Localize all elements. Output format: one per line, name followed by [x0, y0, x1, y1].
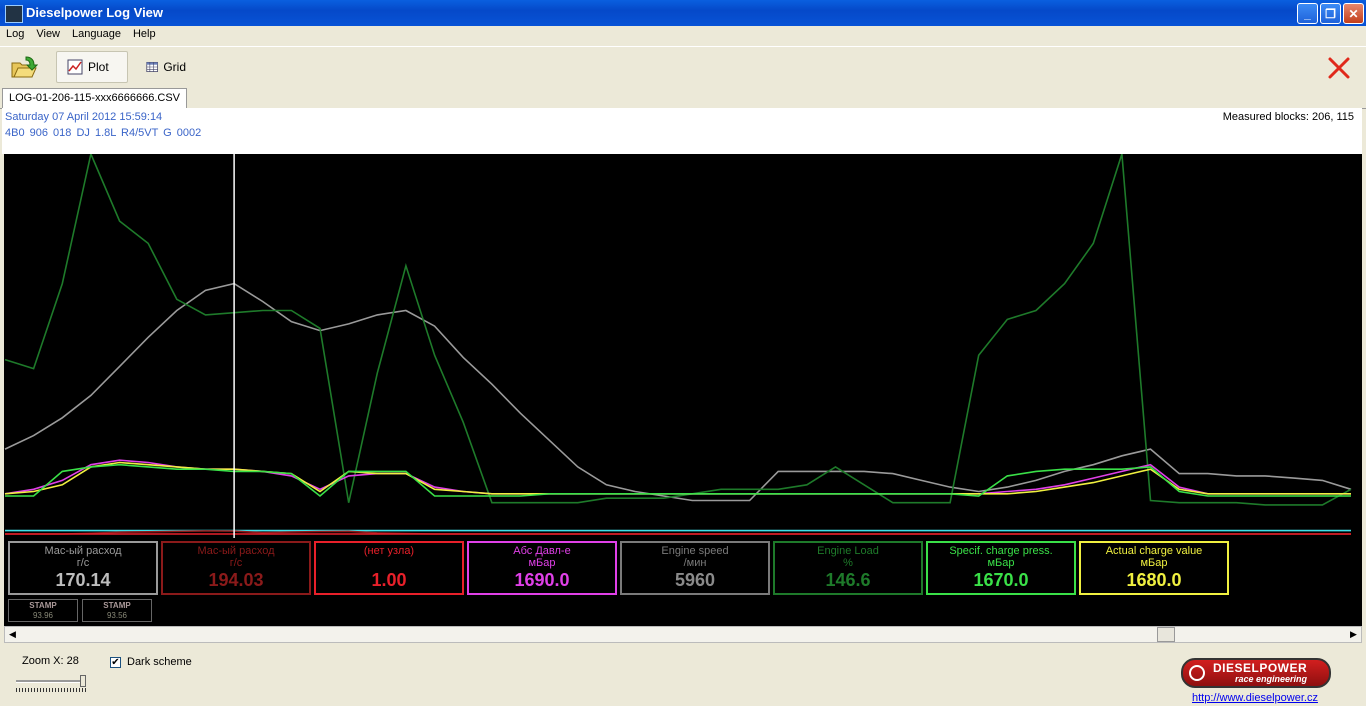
card-value: 5960 [674, 570, 716, 590]
card-name: Specif. charge press. [949, 545, 1053, 557]
logo-subtitle: race engineering [1235, 674, 1308, 684]
title-bar: Dieselpower Log View _ ❐ ✕ [0, 0, 1366, 26]
maximize-button[interactable]: ❐ [1320, 3, 1341, 24]
value-card[interactable]: Actual charge value мБар 1680.0 [1079, 541, 1229, 595]
value-card[interactable]: Абс Давл-е мБар 1690.0 [467, 541, 617, 595]
menu-language[interactable]: Language [66, 26, 127, 42]
value-card[interactable]: Engine Load% 146.6 [773, 541, 923, 595]
app-icon [5, 5, 23, 23]
grid-icon [146, 61, 158, 73]
stamp-value: 93.56 [106, 611, 128, 620]
card-name: Мас-ый расход [44, 545, 122, 557]
card-unit: /мин [683, 557, 707, 569]
card-value: 170.14 [55, 570, 111, 590]
card-value: 1680.0 [1126, 570, 1182, 590]
card-value: 146.6 [825, 570, 871, 590]
card-value: 1690.0 [514, 570, 570, 590]
scroll-left-arrow[interactable]: ◀ [5, 627, 20, 642]
logo-brand: DIESELPOWER [1213, 661, 1308, 675]
value-card[interactable]: Specif. charge press. мБар 1670.0 [926, 541, 1076, 595]
zoom-slider[interactable] [16, 675, 88, 692]
open-folder-icon[interactable] [10, 55, 38, 81]
measured-blocks: Measured blocks: 206, 115 [1222, 111, 1354, 123]
card-value: 194.03 [208, 570, 264, 590]
grid-label: Grid [163, 60, 186, 74]
scroll-right-arrow[interactable]: ▶ [1346, 627, 1361, 642]
card-unit: % [843, 557, 853, 569]
card-name: Engine Load [817, 545, 879, 557]
horizontal-scrollbar[interactable]: ◀ ▶ [4, 626, 1362, 643]
zoom-slider-ticks [16, 688, 86, 692]
stamp-label: STAMP [29, 601, 57, 610]
zoom-slider-knob[interactable] [80, 675, 86, 687]
card-unit: г/с [229, 557, 243, 569]
card-unit: мБар [528, 557, 556, 569]
turbo-icon [1189, 665, 1205, 681]
series-line-0 [4, 282, 1352, 502]
zoom-slider-track [16, 680, 86, 683]
website-link[interactable]: http://www.dieselpower.cz [1192, 692, 1318, 704]
card-name: Абс Давл-е [513, 545, 571, 557]
toolbar: Plot Grid [0, 46, 1366, 89]
tab-strip: LOG-01-206-115-xxx6666666.CSV [0, 88, 1366, 109]
zoom-label: Zoom X: 28 [22, 655, 79, 667]
card-unit [316, 557, 462, 569]
menu-help[interactable]: Help [127, 26, 162, 42]
card-name: Мас-ый расход [197, 545, 275, 557]
value-card[interactable]: (нет узла) 1.00 [314, 541, 464, 595]
close-log-icon[interactable] [1326, 55, 1352, 81]
card-unit: г/с [76, 557, 90, 569]
card-name: (нет узла) [363, 545, 415, 557]
value-card[interactable]: Engine speed/мин 5960 [620, 541, 770, 595]
plot-area[interactable]: Мас-ый расход г/с 170.14 Мас-ый расход г/с 19… [4, 154, 1362, 626]
series-line-1 [4, 154, 1352, 506]
plot-icon [67, 59, 83, 75]
card-unit: мБар [987, 557, 1015, 569]
close-window-button[interactable]: ✕ [1343, 3, 1364, 24]
minimize-button[interactable]: _ [1297, 3, 1318, 24]
menu-bar: Log View Language Help [0, 26, 1366, 46]
dark-scheme-label: Dark scheme [127, 656, 192, 668]
window-title: Dieselpower Log View [26, 5, 164, 20]
log-date: Saturday 07 April 2012 15:59:14 [5, 111, 163, 123]
card-name: Actual charge value [1105, 545, 1203, 557]
stamp-label: STAMP [103, 601, 131, 610]
card-value: 1.00 [371, 570, 407, 590]
dieselpower-logo: DIESELPOWER race engineering [1181, 658, 1331, 688]
stamp-value: 93.96 [32, 611, 54, 620]
line-chart[interactable] [4, 154, 1362, 538]
stamp-box: STAMP 93.96 [8, 599, 78, 622]
ecu-identification: 4B0 906 018 DJ 1.8L R4/5VT G 0002 [5, 127, 202, 139]
plot-label: Plot [88, 60, 109, 74]
stamp-box: STAMP 93.56 [82, 599, 152, 622]
scroll-thumb[interactable] [1157, 627, 1175, 642]
value-card[interactable]: Мас-ый расход г/с 170.14 [8, 541, 158, 595]
dark-scheme-option[interactable]: ✔ Dark scheme [110, 656, 192, 668]
tab-log-file[interactable]: LOG-01-206-115-xxx6666666.CSV [2, 88, 188, 108]
log-info-header: Saturday 07 April 2012 15:59:14 4B0 906 … [2, 108, 1362, 154]
card-unit: мБар [1140, 557, 1168, 569]
card-name: Engine speed [661, 545, 729, 557]
value-card[interactable]: Мас-ый расход г/с 194.03 [161, 541, 311, 595]
bottom-panel: Zoom X: 28 ✔ Dark scheme [0, 646, 1366, 706]
grid-button[interactable]: Grid [136, 51, 196, 83]
card-value: 1670.0 [973, 570, 1029, 590]
dark-scheme-checkbox[interactable]: ✔ [110, 656, 121, 668]
plot-button[interactable]: Plot [56, 51, 128, 83]
menu-log[interactable]: Log [0, 26, 30, 42]
menu-view[interactable]: View [30, 26, 66, 42]
